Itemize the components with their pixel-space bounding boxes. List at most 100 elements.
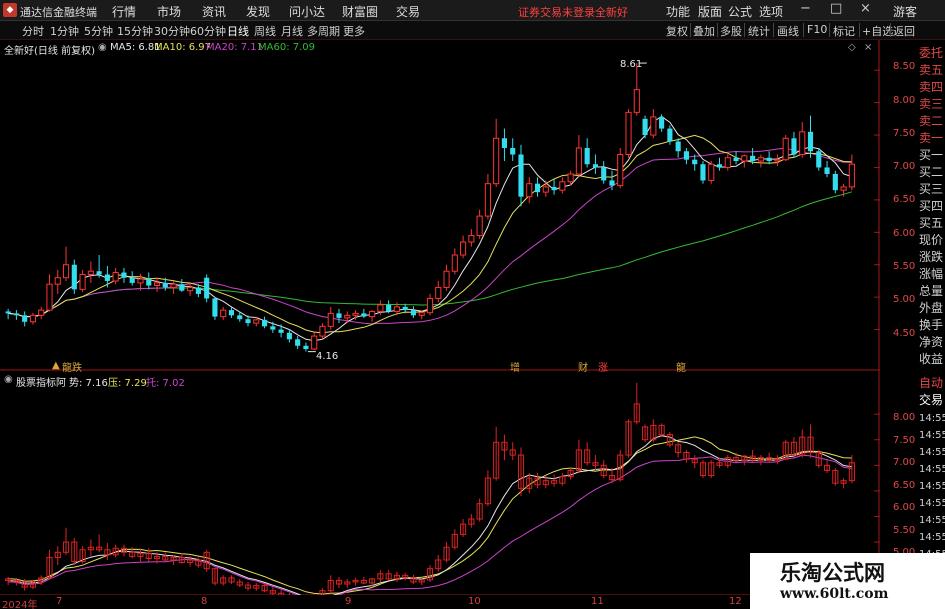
main-legend-title: 全新好(日线 前复权) [4,46,95,57]
legend-circle-icon[interactable]: ◉ [98,42,107,53]
mark-button[interactable]: 标记 [833,23,855,39]
sub-legend-circle-icon[interactable]: ◉ [4,374,13,385]
candle-body [816,151,822,168]
menu-trade[interactable]: 交易 [396,3,420,20]
period-tab-multi[interactable]: 多周期 [307,23,340,39]
back-button[interactable]: 返回 [893,23,915,39]
candle-body [352,312,359,316]
period-tab-1min[interactable]: 1分钟 [50,23,79,39]
period-tab-more[interactable]: 更多 [343,23,365,39]
candle-body [22,315,28,322]
period-tab-15min[interactable]: 15分钟 [117,23,153,39]
event-marker-label[interactable]: 增 [510,359,520,374]
event-marker-label[interactable]: 龍跌 [62,359,82,374]
candle-body [575,147,582,175]
menu-quotes[interactable]: 行情 [112,3,136,20]
tick-time: 14:55 [919,464,945,475]
candle-body [121,272,127,278]
tick-time: 14:55 [919,430,945,441]
toolbar-divider [890,23,891,37]
period-tab-30min[interactable]: 30分钟 [154,23,190,39]
candle-body [261,319,268,327]
quote-row-label: 涨幅 [919,267,944,281]
menu-market[interactable]: 市场 [157,3,181,20]
adjust-button[interactable]: 复权 [666,23,688,39]
close-pane-icon[interactable]: × [864,42,872,53]
candle-body [807,131,814,152]
candle-body [750,155,756,161]
candle-body [228,310,235,316]
candle-body [832,173,838,191]
quote-row-label: 买五 [919,216,944,230]
tab-auto[interactable]: 自动 [919,375,945,392]
sub-axis-label: 7.50 [893,435,916,446]
candle-body [609,180,615,186]
menu-function[interactable]: 功能 [666,3,690,20]
period-tab-60min[interactable]: 60分钟 [190,23,226,39]
period-tab-daily[interactable]: 日线 [227,23,249,39]
tab-trade[interactable]: 交易 [919,392,945,409]
candle-body [518,154,524,197]
candle-body [824,167,830,174]
quote-row-label: 卖二 [919,114,944,128]
candle-body [650,116,657,136]
candle-body [526,183,533,198]
overlay-button[interactable]: 叠加 [693,23,715,39]
menu-ask[interactable]: 问小达 [289,3,325,20]
period-tab-monthly[interactable]: 月线 [281,23,303,39]
minimize-icon[interactable]: − [800,1,811,16]
period-tab-intraday[interactable]: 分时 [22,23,44,39]
watermark-title: 乐淘公式网 [780,560,885,585]
candle-body [46,283,53,311]
guest-label[interactable]: 游客 [893,3,917,20]
add-watchlist-button[interactable]: +自选 [862,23,893,39]
legend-ma60: MA60: 7.09 [258,42,316,53]
kline-chart-area[interactable]: 全新好(日线 前复权) ◉ MA5: 6.81 MA10: 6.97 MA20:… [0,40,915,595]
period-toolbar: 分时 1分钟 5分钟 15分钟 30分钟 60分钟 日线 周线 月线 多周期 更… [0,21,945,40]
period-tab-5min[interactable]: 5分钟 [84,23,113,39]
menu-discover[interactable]: 发现 [246,3,270,20]
candle-body [659,116,665,129]
event-marker-label[interactable]: 涨 [598,359,608,374]
menu-news[interactable]: 资讯 [202,3,226,20]
candle-body [625,111,632,156]
draw-line-button[interactable]: 画线 [777,23,799,39]
candle-body [253,319,260,324]
candle-body [468,235,475,243]
quote-row-label: 现价 [919,233,944,247]
candle-body [13,313,19,316]
candle-body [129,277,135,283]
expand-icon[interactable]: ◇ [848,42,856,53]
candle-body [195,287,201,294]
sub-legend-support: 托: 7.02 [146,378,185,389]
stats-button[interactable]: 统计 [748,23,770,39]
time-axis-label: 11 [591,596,604,607]
f10-button[interactable]: F10 [807,23,827,36]
menu-formula[interactable]: 公式 [728,3,752,20]
menu-wealth-circle[interactable]: 财富圈 [342,3,378,20]
period-tab-weekly[interactable]: 周线 [254,23,276,39]
candle-body [336,313,342,318]
time-axis-label: 12 [729,596,742,607]
event-marker-label[interactable]: 财 [578,359,588,374]
login-status[interactable]: 证券交易未登录 [518,4,595,20]
menu-options[interactable]: 选项 [759,3,783,20]
multi-stock-button[interactable]: 多股 [720,23,742,39]
menu-layout[interactable]: 版面 [698,3,722,20]
sub-axis-label: 6.50 [893,480,916,491]
toolbar-divider [803,23,804,37]
time-axis-label: 2024年 [2,600,38,609]
candle-body [642,118,648,136]
candle-body [377,304,384,312]
tick-time: 14:55 [919,515,945,526]
maximize-icon[interactable]: □ [830,1,842,16]
close-icon[interactable]: × [860,1,871,16]
event-marker-label[interactable]: 龍 [676,359,686,374]
event-marker[interactable]: ▲ [52,360,60,371]
tick-time: 14:55 [919,413,945,424]
sub-legend-pressure: 压: 7.29 [108,378,147,389]
toolbar-divider [690,23,691,37]
candle-body [5,311,11,314]
candle-body [791,138,797,155]
kline-chart-svg[interactable] [0,40,880,595]
